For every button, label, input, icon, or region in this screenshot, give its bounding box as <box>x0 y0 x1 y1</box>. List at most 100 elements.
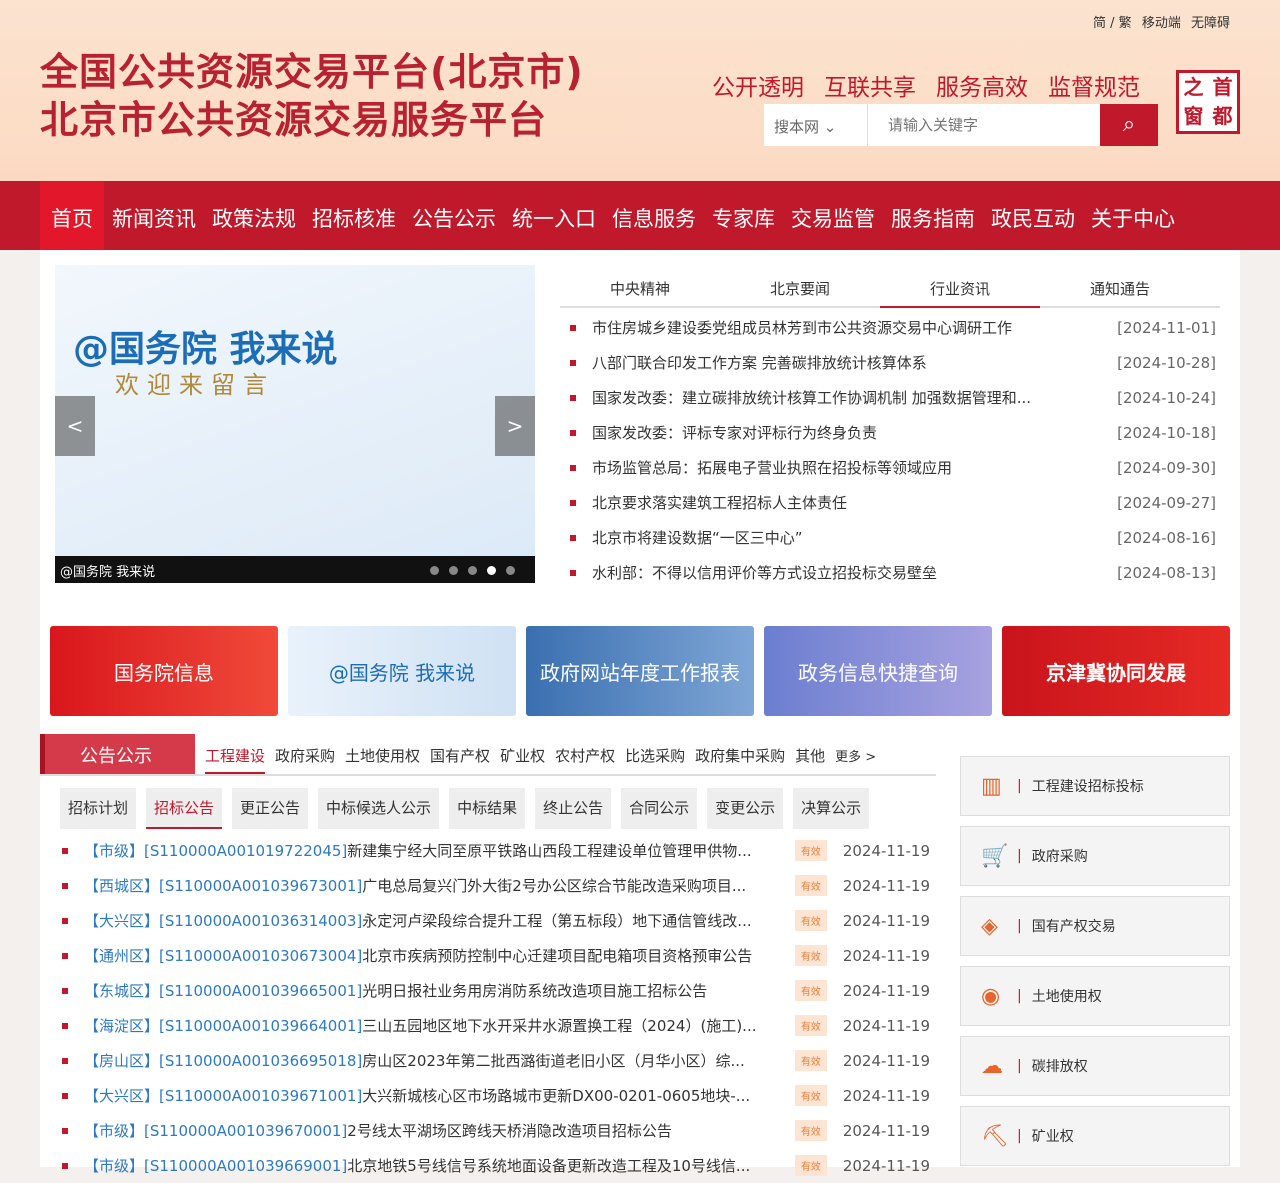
news-title[interactable]: 国家发改委：建立碳排放统计核算工作协调机制 加强数据管理和... <box>592 387 1117 408</box>
side-link[interactable]: ☁ | 碳排放权 <box>960 1036 1230 1096</box>
notice-region[interactable]: 【市级】 <box>84 1155 144 1176</box>
notice-title[interactable]: 三山五园地区地下水开采井水源置换工程（2024）(施工)... <box>362 1015 789 1036</box>
news-item[interactable]: 市场监管总局：拓展电子营业执照在招投标等领域应用 [2024-09-30] <box>568 450 1216 485</box>
category-tab[interactable]: 比选采购 <box>625 745 685 772</box>
notice-region[interactable]: 【房山区】 <box>84 1050 159 1071</box>
nav-item[interactable]: 政策法规 <box>204 181 304 250</box>
notice-code[interactable]: [S110000A001039671001] <box>159 1087 362 1105</box>
nav-item[interactable]: 新闻资讯 <box>104 181 204 250</box>
category-tab[interactable]: 农村产权 <box>555 745 615 772</box>
notice-region[interactable]: 【西城区】 <box>84 875 159 896</box>
notice-code[interactable]: [S110000A001039664001] <box>159 1017 362 1035</box>
notice-row[interactable]: 【大兴区】 [S110000A001036314003] 永定河卢梁段综合提升工程（… <box>60 903 930 938</box>
side-link[interactable]: ⛏ | 矿业权 <box>960 1106 1230 1166</box>
search-input[interactable] <box>868 104 1100 146</box>
news-item[interactable]: 国家发改委：建立碳排放统计核算工作协调机制 加强数据管理和... [2024-10… <box>568 380 1216 415</box>
banner-link[interactable]: 政府网站年度工作报表 <box>526 626 754 716</box>
news-tab[interactable]: 行业资讯 <box>880 268 1040 308</box>
news-item[interactable]: 市住房城乡建设委党组成员林芳到市公共资源交易中心调研工作 [2024-11-01] <box>568 310 1216 345</box>
notice-region[interactable]: 【通州区】 <box>84 945 159 966</box>
news-title[interactable]: 水利部：不得以信用评价等方式设立招投标交易壁垒 <box>592 562 1117 583</box>
side-link[interactable]: ◉ | 土地使用权 <box>960 966 1230 1026</box>
nav-item[interactable]: 统一入口 <box>504 181 604 250</box>
notice-row[interactable]: 【西城区】 [S110000A001039673001] 广电总局复兴门外大街2号办… <box>60 868 930 903</box>
sub-tab[interactable]: 招标公告 <box>146 788 223 829</box>
news-item[interactable]: 北京市将建设数据“一区三中心” [2024-08-16] <box>568 520 1216 555</box>
notice-title[interactable]: 大兴新城核心区市场路城市更新DX00-0201-0605地块-... <box>362 1085 789 1106</box>
dot-active[interactable] <box>487 566 496 575</box>
banner-link[interactable]: @国务院 我来说 <box>288 626 516 716</box>
category-tab[interactable]: 工程建设 <box>205 745 266 774</box>
notice-row[interactable]: 【市级】 [S110000A001039670001] 2号线太平湖场区跨线天桥消隐… <box>60 1113 930 1148</box>
sub-tab[interactable]: 更正公告 <box>232 788 309 829</box>
category-tab[interactable]: 其他 <box>795 745 825 772</box>
notice-title[interactable]: 北京市疾病预防控制中心迁建项目配电箱项目资格预审公告 <box>362 945 789 966</box>
sub-tab[interactable]: 变更公示 <box>707 788 784 829</box>
notice-code[interactable]: [S110000A001039669001] <box>144 1157 347 1175</box>
notice-code[interactable]: [S110000A001036695018] <box>159 1052 362 1070</box>
nav-item[interactable]: 交易监管 <box>783 181 883 250</box>
notice-region[interactable]: 【海淀区】 <box>84 1015 159 1036</box>
notice-title[interactable]: 广电总局复兴门外大街2号办公区综合节能改造采购项目... <box>362 875 789 896</box>
notice-title[interactable]: 2号线太平湖场区跨线天桥消隐改造项目招标公告 <box>347 1120 789 1141</box>
notice-title[interactable]: 房山区2023年第二批西潞街道老旧小区（月华小区）综... <box>362 1050 789 1071</box>
carousel[interactable]: @国务院 我来说 欢迎来留言 < > @国务院 我来说 <box>55 265 535 583</box>
notice-code[interactable]: [S110000A001036314003] <box>159 912 362 930</box>
category-tab[interactable]: 土地使用权 <box>345 745 420 772</box>
notice-row[interactable]: 【通州区】 [S110000A001030673004] 北京市疾病预防控制中心迁建… <box>60 938 930 973</box>
sub-tab[interactable]: 决算公示 <box>793 788 870 829</box>
sub-tab[interactable]: 终止公告 <box>535 788 612 829</box>
side-link[interactable]: ◈ | 国有产权交易 <box>960 896 1230 956</box>
news-title[interactable]: 市住房城乡建设委党组成员林芳到市公共资源交易中心调研工作 <box>592 317 1117 338</box>
news-title[interactable]: 北京要求落实建筑工程招标人主体责任 <box>592 492 1117 513</box>
capital-window-logo[interactable]: 之首窗都 <box>1176 70 1240 134</box>
notice-row[interactable]: 【市级】 [S110000A001019722045] 新建集宁经大同至原平铁路山西… <box>60 833 930 868</box>
carousel-next-button[interactable]: > <box>495 396 535 456</box>
notice-code[interactable]: [S110000A001039665001] <box>159 982 362 1000</box>
nav-item[interactable]: 专家库 <box>704 181 783 250</box>
notice-title[interactable]: 新建集宁经大同至原平铁路山西段工程建设单位管理甲供物... <box>347 840 789 861</box>
dot[interactable] <box>468 566 477 575</box>
notice-title[interactable]: 光明日报社业务用房消防系统改造项目施工招标公告 <box>362 980 789 1001</box>
notice-region[interactable]: 【大兴区】 <box>84 1085 159 1106</box>
site-title[interactable]: 全国公共资源交易平台(北京市) 北京市公共资源交易服务平台 <box>40 48 584 144</box>
banner-link[interactable]: 京津冀协同发展 <box>1002 626 1230 716</box>
news-item[interactable]: 北京要求落实建筑工程招标人主体责任 [2024-09-27] <box>568 485 1216 520</box>
side-link[interactable]: 🛒 | 政府采购 <box>960 826 1230 886</box>
category-tab[interactable]: 国有产权 <box>430 745 490 772</box>
notice-row[interactable]: 【市级】 [S110000A001039669001] 北京地铁5号线信号系统地面设… <box>60 1148 930 1183</box>
side-link[interactable]: ▥ | 工程建设招标投标 <box>960 756 1230 816</box>
banner-link[interactable]: 政务信息快捷查询 <box>764 626 992 716</box>
nav-item[interactable]: 关于中心 <box>1083 181 1183 250</box>
nav-item[interactable]: 政民互动 <box>983 181 1083 250</box>
news-title[interactable]: 国家发改委：评标专家对评标行为终身负责 <box>592 422 1117 443</box>
news-tab[interactable]: 中央精神 <box>560 268 720 306</box>
dot[interactable] <box>506 566 515 575</box>
notice-row[interactable]: 【海淀区】 [S110000A001039664001] 三山五园地区地下水开采井水… <box>60 1008 930 1043</box>
notice-title[interactable]: 北京地铁5号线信号系统地面设备更新改造工程及10号线信... <box>347 1155 789 1176</box>
news-title[interactable]: 八部门联合印发工作方案 完善碳排放统计核算体系 <box>592 352 1117 373</box>
dot[interactable] <box>449 566 458 575</box>
notice-region[interactable]: 【东城区】 <box>84 980 159 1001</box>
sub-tab[interactable]: 合同公示 <box>621 788 698 829</box>
accessibility-link[interactable]: 无障碍 <box>1191 16 1230 31</box>
notice-code[interactable]: [S110000A001039670001] <box>144 1122 347 1140</box>
notice-row[interactable]: 【房山区】 [S110000A001036695018] 房山区2023年第二批西潞… <box>60 1043 930 1078</box>
search-button[interactable]: ⌕ <box>1100 104 1158 146</box>
notice-code[interactable]: [S110000A001039673001] <box>159 877 362 895</box>
notice-row[interactable]: 【东城区】 [S110000A001039665001] 光明日报社业务用房消防系统… <box>60 973 930 1008</box>
category-tab[interactable]: 政府集中采购 <box>695 745 785 772</box>
lang-switch[interactable]: 简 / 繁 <box>1093 16 1132 31</box>
nav-item[interactable]: 公告公示 <box>404 181 504 250</box>
notice-code[interactable]: [S110000A001030673004] <box>159 947 362 965</box>
sub-tab[interactable]: 中标候选人公示 <box>318 788 440 829</box>
dot[interactable] <box>430 566 439 575</box>
nav-item[interactable]: 首页 <box>40 181 104 250</box>
category-tab[interactable]: 矿业权 <box>500 745 545 772</box>
search-scope-select[interactable]: 搜本网 ⌄ <box>764 104 868 146</box>
notice-code[interactable]: [S110000A001019722045] <box>144 842 347 860</box>
nav-item[interactable]: 服务指南 <box>883 181 983 250</box>
news-item[interactable]: 国家发改委：评标专家对评标行为终身负责 [2024-10-18] <box>568 415 1216 450</box>
news-tab[interactable]: 通知通告 <box>1040 268 1200 306</box>
mobile-link[interactable]: 移动端 <box>1142 16 1181 31</box>
